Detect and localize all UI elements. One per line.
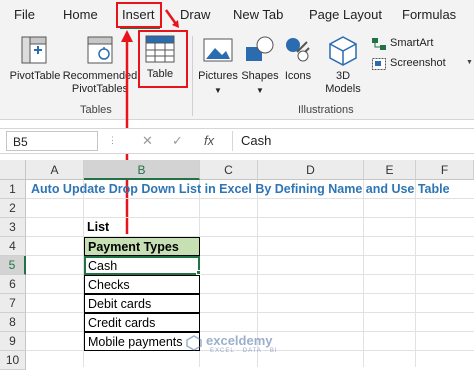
- recommended-pivottables-icon: [87, 36, 113, 64]
- table-row-cash[interactable]: Cash: [84, 256, 200, 275]
- table-row-mobile-payments[interactable]: Mobile payments: [84, 332, 200, 351]
- shapes-button[interactable]: Shapes ▼: [240, 34, 280, 100]
- row-header-8[interactable]: 8: [0, 313, 26, 332]
- 3d-models-button[interactable]: 3D Models: [320, 34, 366, 100]
- group-tables-label: Tables: [80, 104, 112, 116]
- watermark-logo: exceldemy EXCEL · DATA · BI: [186, 333, 296, 357]
- icons-button[interactable]: Icons: [281, 34, 315, 100]
- column-header-c[interactable]: C: [200, 160, 258, 180]
- smartart-label: SmartArt: [390, 37, 434, 49]
- table-header-cell[interactable]: Payment Types: [84, 237, 200, 256]
- screenshot-icon: [372, 58, 386, 70]
- watermark-text: exceldemy: [206, 333, 273, 348]
- row-header-7[interactable]: 7: [0, 294, 26, 313]
- row-header-2[interactable]: 2: [0, 199, 26, 218]
- icons-icon: [286, 38, 310, 62]
- recommended-pivottables-label: Recommended PivotTables: [62, 70, 138, 95]
- pictures-button[interactable]: Pictures ▼: [195, 34, 241, 100]
- screenshot-label: Screenshot: [390, 57, 446, 69]
- screenshot-button[interactable]: Screenshot ▼: [370, 56, 474, 72]
- row-header-10[interactable]: 10: [0, 351, 26, 370]
- tab-formulas[interactable]: Formulas: [402, 7, 456, 22]
- shapes-label: Shapes: [241, 70, 279, 82]
- shapes-icon: [246, 36, 274, 61]
- cube-icon: [329, 36, 357, 66]
- table-button-highlight: [138, 30, 188, 88]
- column-header-d[interactable]: D: [258, 160, 364, 180]
- pictures-icon: [203, 38, 233, 62]
- select-all-corner[interactable]: [0, 160, 26, 180]
- row-header-6[interactable]: 6: [0, 275, 26, 294]
- column-header-f[interactable]: F: [416, 160, 474, 180]
- ribbon-tabs: File Home Insert Draw New Tab Page Layou…: [0, 0, 474, 30]
- column-header-b[interactable]: B: [84, 160, 200, 180]
- tab-file[interactable]: File: [14, 7, 35, 22]
- 3d-models-label: 3D Models: [325, 70, 361, 95]
- enter-icon[interactable]: ✓: [172, 133, 183, 149]
- recommended-pivottables-button[interactable]: Recommended PivotTables: [62, 34, 138, 100]
- watermark-icon: [186, 335, 202, 351]
- formula-input[interactable]: Cash: [232, 131, 468, 151]
- tab-new-tab[interactable]: New Tab: [233, 7, 283, 22]
- name-box-separator-icon: ⋮: [108, 135, 117, 145]
- tab-page-layout[interactable]: Page Layout: [309, 7, 382, 22]
- list-label-cell[interactable]: List: [84, 218, 109, 237]
- column-header-e[interactable]: E: [364, 160, 416, 180]
- row-header-5[interactable]: 5: [0, 256, 26, 275]
- pictures-label: Pictures: [198, 70, 238, 82]
- table-row-debit-cards[interactable]: Debit cards: [84, 294, 200, 313]
- pivot-table-button[interactable]: PivotTable: [6, 34, 64, 100]
- pivot-table-label: PivotTable: [9, 70, 61, 82]
- tab-home[interactable]: Home: [63, 7, 98, 22]
- table-row-checks[interactable]: Checks: [84, 275, 200, 294]
- shapes-chevron-down-icon: ▼: [256, 86, 264, 95]
- row-header-4[interactable]: 4: [0, 237, 26, 256]
- sheet-title-cell[interactable]: Auto Update Drop Down List in Excel By D…: [28, 180, 450, 199]
- pictures-chevron-down-icon: ▼: [214, 86, 222, 95]
- row-header-3[interactable]: 3: [0, 218, 26, 237]
- insert-function-icon[interactable]: fx: [204, 133, 214, 148]
- watermark-subtext: EXCEL · DATA · BI: [210, 348, 278, 354]
- icons-label: Icons: [284, 70, 312, 82]
- name-box[interactable]: B5: [6, 131, 98, 151]
- row-header-1[interactable]: 1: [0, 180, 26, 199]
- smartart-button[interactable]: SmartArt: [370, 36, 470, 52]
- pivot-table-icon: [21, 36, 47, 64]
- row-header-9[interactable]: 9: [0, 332, 26, 351]
- table-row-credit-cards[interactable]: Credit cards: [84, 313, 200, 332]
- insert-tab-highlight: [116, 2, 162, 28]
- smartart-icon: [372, 38, 386, 50]
- column-header-a[interactable]: A: [26, 160, 84, 180]
- screenshot-chevron-down-icon: ▼: [466, 59, 473, 66]
- tab-draw[interactable]: Draw: [180, 7, 210, 22]
- cancel-icon[interactable]: ✕: [142, 133, 153, 149]
- group-illustrations-label: Illustrations: [298, 104, 354, 116]
